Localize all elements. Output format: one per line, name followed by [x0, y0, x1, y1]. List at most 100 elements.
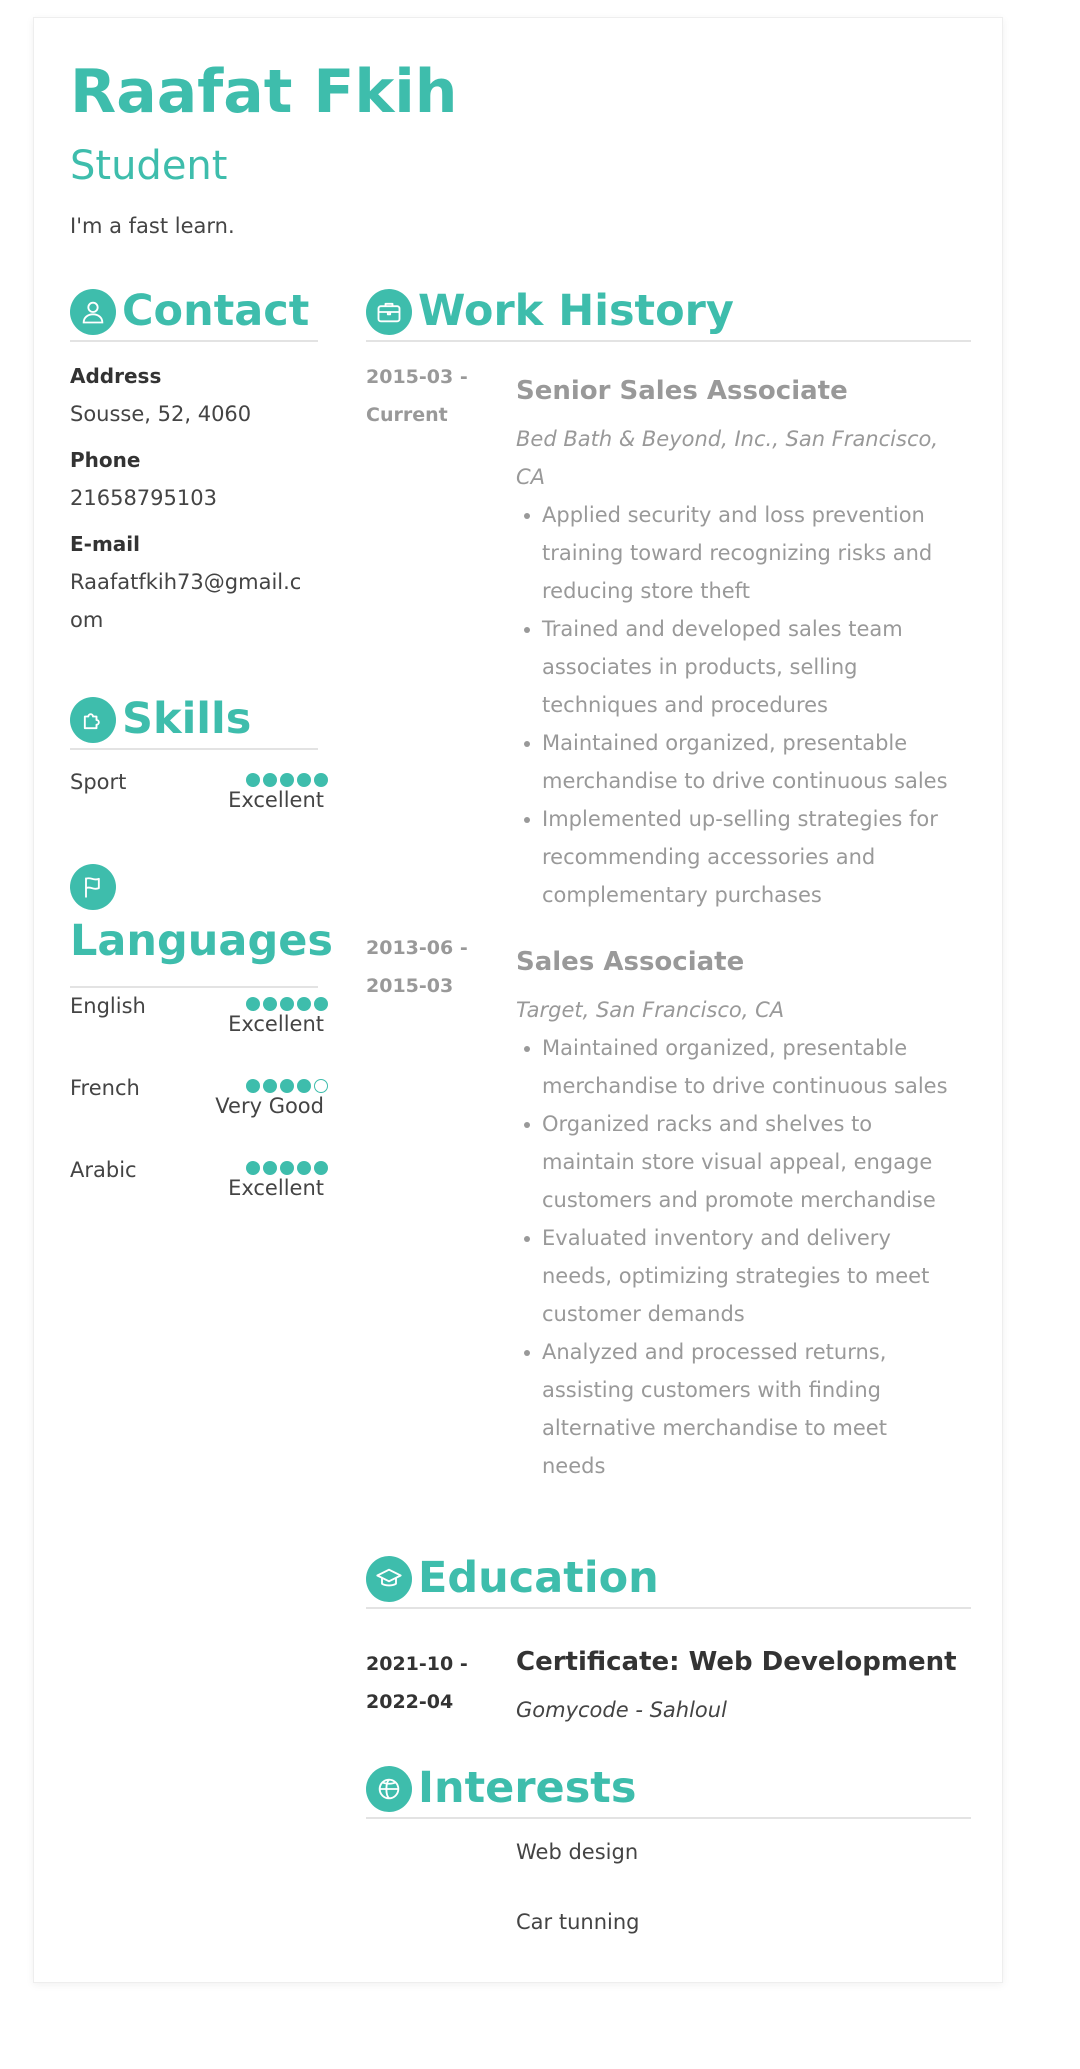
- duty-line: merchandise to drive continuous sales: [542, 769, 948, 793]
- work-history-heading: Work History: [366, 284, 971, 342]
- rating-dot-empty: [314, 1079, 328, 1093]
- rating-dot-filled: [246, 1161, 260, 1175]
- rating-dot-filled: [263, 773, 277, 787]
- contact-heading: Contact: [70, 284, 318, 342]
- language-name: English: [70, 994, 146, 1018]
- duty-line: needs, optimizing strategies to meet: [542, 1264, 930, 1288]
- briefcase-icon: [366, 289, 412, 335]
- skills-heading: Skills: [70, 692, 318, 750]
- duty-line: assisting customers with finding: [542, 1378, 881, 1402]
- duty-line: associates in products, selling: [542, 655, 858, 679]
- skill-rating: [246, 773, 328, 787]
- job-date-range: 2015-03 - Current: [366, 358, 468, 434]
- duty-line: Analyzed and processed returns,: [542, 1340, 887, 1364]
- duty-line: techniques and procedures: [542, 693, 829, 717]
- language-rating: [246, 997, 328, 1011]
- job-company-line: Bed Bath & Beyond, Inc., San Francisco,: [516, 427, 939, 451]
- duty-line: Implemented up-selling strategies for: [542, 807, 938, 831]
- language-level: Excellent: [228, 1012, 324, 1036]
- duty-line: customers and promote merchandise: [542, 1188, 936, 1212]
- interest-item: Car tunning: [516, 1910, 640, 1934]
- address-value: Sousse, 52, 4060: [70, 402, 252, 426]
- job-title: Sales Associate: [516, 947, 745, 977]
- job-date-end: 2015-03: [366, 975, 454, 997]
- duty-line: Evaluated inventory and delivery: [542, 1226, 891, 1250]
- interest-item: Web design: [516, 1840, 639, 1864]
- rating-dot-filled: [246, 773, 260, 787]
- resume-page: Raafat Fkih Student I'm a fast learn. Co…: [33, 17, 1003, 1983]
- duty-line: maintain store visual appeal, engage: [542, 1150, 933, 1174]
- rating-dot-filled: [246, 1079, 260, 1093]
- duty-line: needs: [542, 1454, 606, 1478]
- job-duty: Maintained organized, presentable mercha…: [516, 724, 976, 800]
- language-level: Very Good: [215, 1094, 324, 1118]
- flag-icon: [70, 864, 116, 910]
- job-duty: Implemented up-selling strategies for re…: [516, 800, 976, 914]
- language-name: French: [70, 1076, 140, 1100]
- job-duty: Maintained organized, presentable mercha…: [516, 1029, 976, 1105]
- education-date-range: 2021-10 - 2022-04: [366, 1645, 468, 1721]
- email-value[interactable]: Raafatfkih73@gmail.c om: [70, 563, 301, 639]
- basketball-icon: [366, 1766, 412, 1812]
- duty-line: training toward recognizing risks and: [542, 541, 933, 565]
- user-icon: [70, 289, 116, 335]
- rating-dot-filled: [280, 773, 294, 787]
- phone-label: Phone: [70, 448, 141, 472]
- education-date-end: 2022-04: [366, 1691, 454, 1713]
- education-school: Gomycode - Sahloul: [516, 1698, 727, 1722]
- rating-dot-filled: [297, 997, 311, 1011]
- work-history-title: Work History: [418, 286, 734, 337]
- puzzle-icon: [70, 697, 116, 743]
- email-label: E-mail: [70, 532, 141, 556]
- rating-dot-filled: [297, 1161, 311, 1175]
- phone-value[interactable]: 21658795103: [70, 479, 217, 517]
- candidate-name: Raafat Fkih: [70, 57, 458, 127]
- education-degree: Certificate: Web Development: [516, 1647, 957, 1677]
- job-company-line: Target, San Francisco, CA: [516, 998, 785, 1022]
- skill-level: Excellent: [228, 788, 324, 812]
- graduation-cap-icon: [366, 1556, 412, 1602]
- duty-line: Maintained organized, presentable: [542, 731, 908, 755]
- email-line-1: Raafatfkih73@gmail.c: [70, 570, 302, 594]
- job-duty: Organized racks and shelves to maintain …: [516, 1105, 976, 1219]
- language-level: Excellent: [228, 1176, 324, 1200]
- interests-heading: Interests: [366, 1761, 971, 1819]
- rating-dot-filled: [246, 997, 260, 1011]
- job-duty: Analyzed and processed returns, assistin…: [516, 1333, 976, 1485]
- rating-dot-filled: [297, 773, 311, 787]
- contact-title: Contact: [122, 286, 310, 337]
- education-date-start: 2021-10 -: [366, 1653, 468, 1675]
- languages-title: Languages: [70, 916, 333, 966]
- skills-title: Skills: [122, 694, 252, 745]
- job-date-end: Current: [366, 404, 448, 426]
- duty-line: customer demands: [542, 1302, 745, 1326]
- duty-line: Trained and developed sales team: [542, 617, 903, 641]
- job-date-start: 2013-06 -: [366, 937, 468, 959]
- rating-dot-filled: [280, 1079, 294, 1093]
- duty-line: Maintained organized, presentable: [542, 1036, 908, 1060]
- job-duty: Evaluated inventory and delivery needs, …: [516, 1219, 976, 1333]
- job-date-range: 2013-06 - 2015-03: [366, 929, 468, 1005]
- duty-line: Organized racks and shelves to: [542, 1112, 873, 1136]
- job-title: Senior Sales Associate: [516, 376, 848, 406]
- skill-name: Sport: [70, 770, 127, 794]
- address-label: Address: [70, 364, 162, 388]
- job-duties: Maintained organized, presentable mercha…: [516, 1029, 976, 1485]
- rating-dot-filled: [280, 1161, 294, 1175]
- language-rating: [246, 1161, 328, 1175]
- rating-dot-filled: [314, 997, 328, 1011]
- duty-line: reducing store theft: [542, 579, 750, 603]
- rating-dot-filled: [297, 1079, 311, 1093]
- rating-dot-filled: [280, 997, 294, 1011]
- job-date-start: 2015-03 -: [366, 366, 468, 388]
- education-heading: Education: [366, 1551, 971, 1609]
- language-rating: [246, 1079, 328, 1093]
- rating-dot-filled: [263, 1161, 277, 1175]
- job-duty: Applied security and loss prevention tra…: [516, 496, 976, 610]
- summary-text: I'm a fast learn.: [70, 214, 235, 238]
- duty-line: alternative merchandise to meet: [542, 1416, 887, 1440]
- duty-line: Applied security and loss prevention: [542, 503, 925, 527]
- duty-line: recommending accessories and: [542, 845, 876, 869]
- rating-dot-filled: [263, 1079, 277, 1093]
- interests-title: Interests: [418, 1763, 637, 1814]
